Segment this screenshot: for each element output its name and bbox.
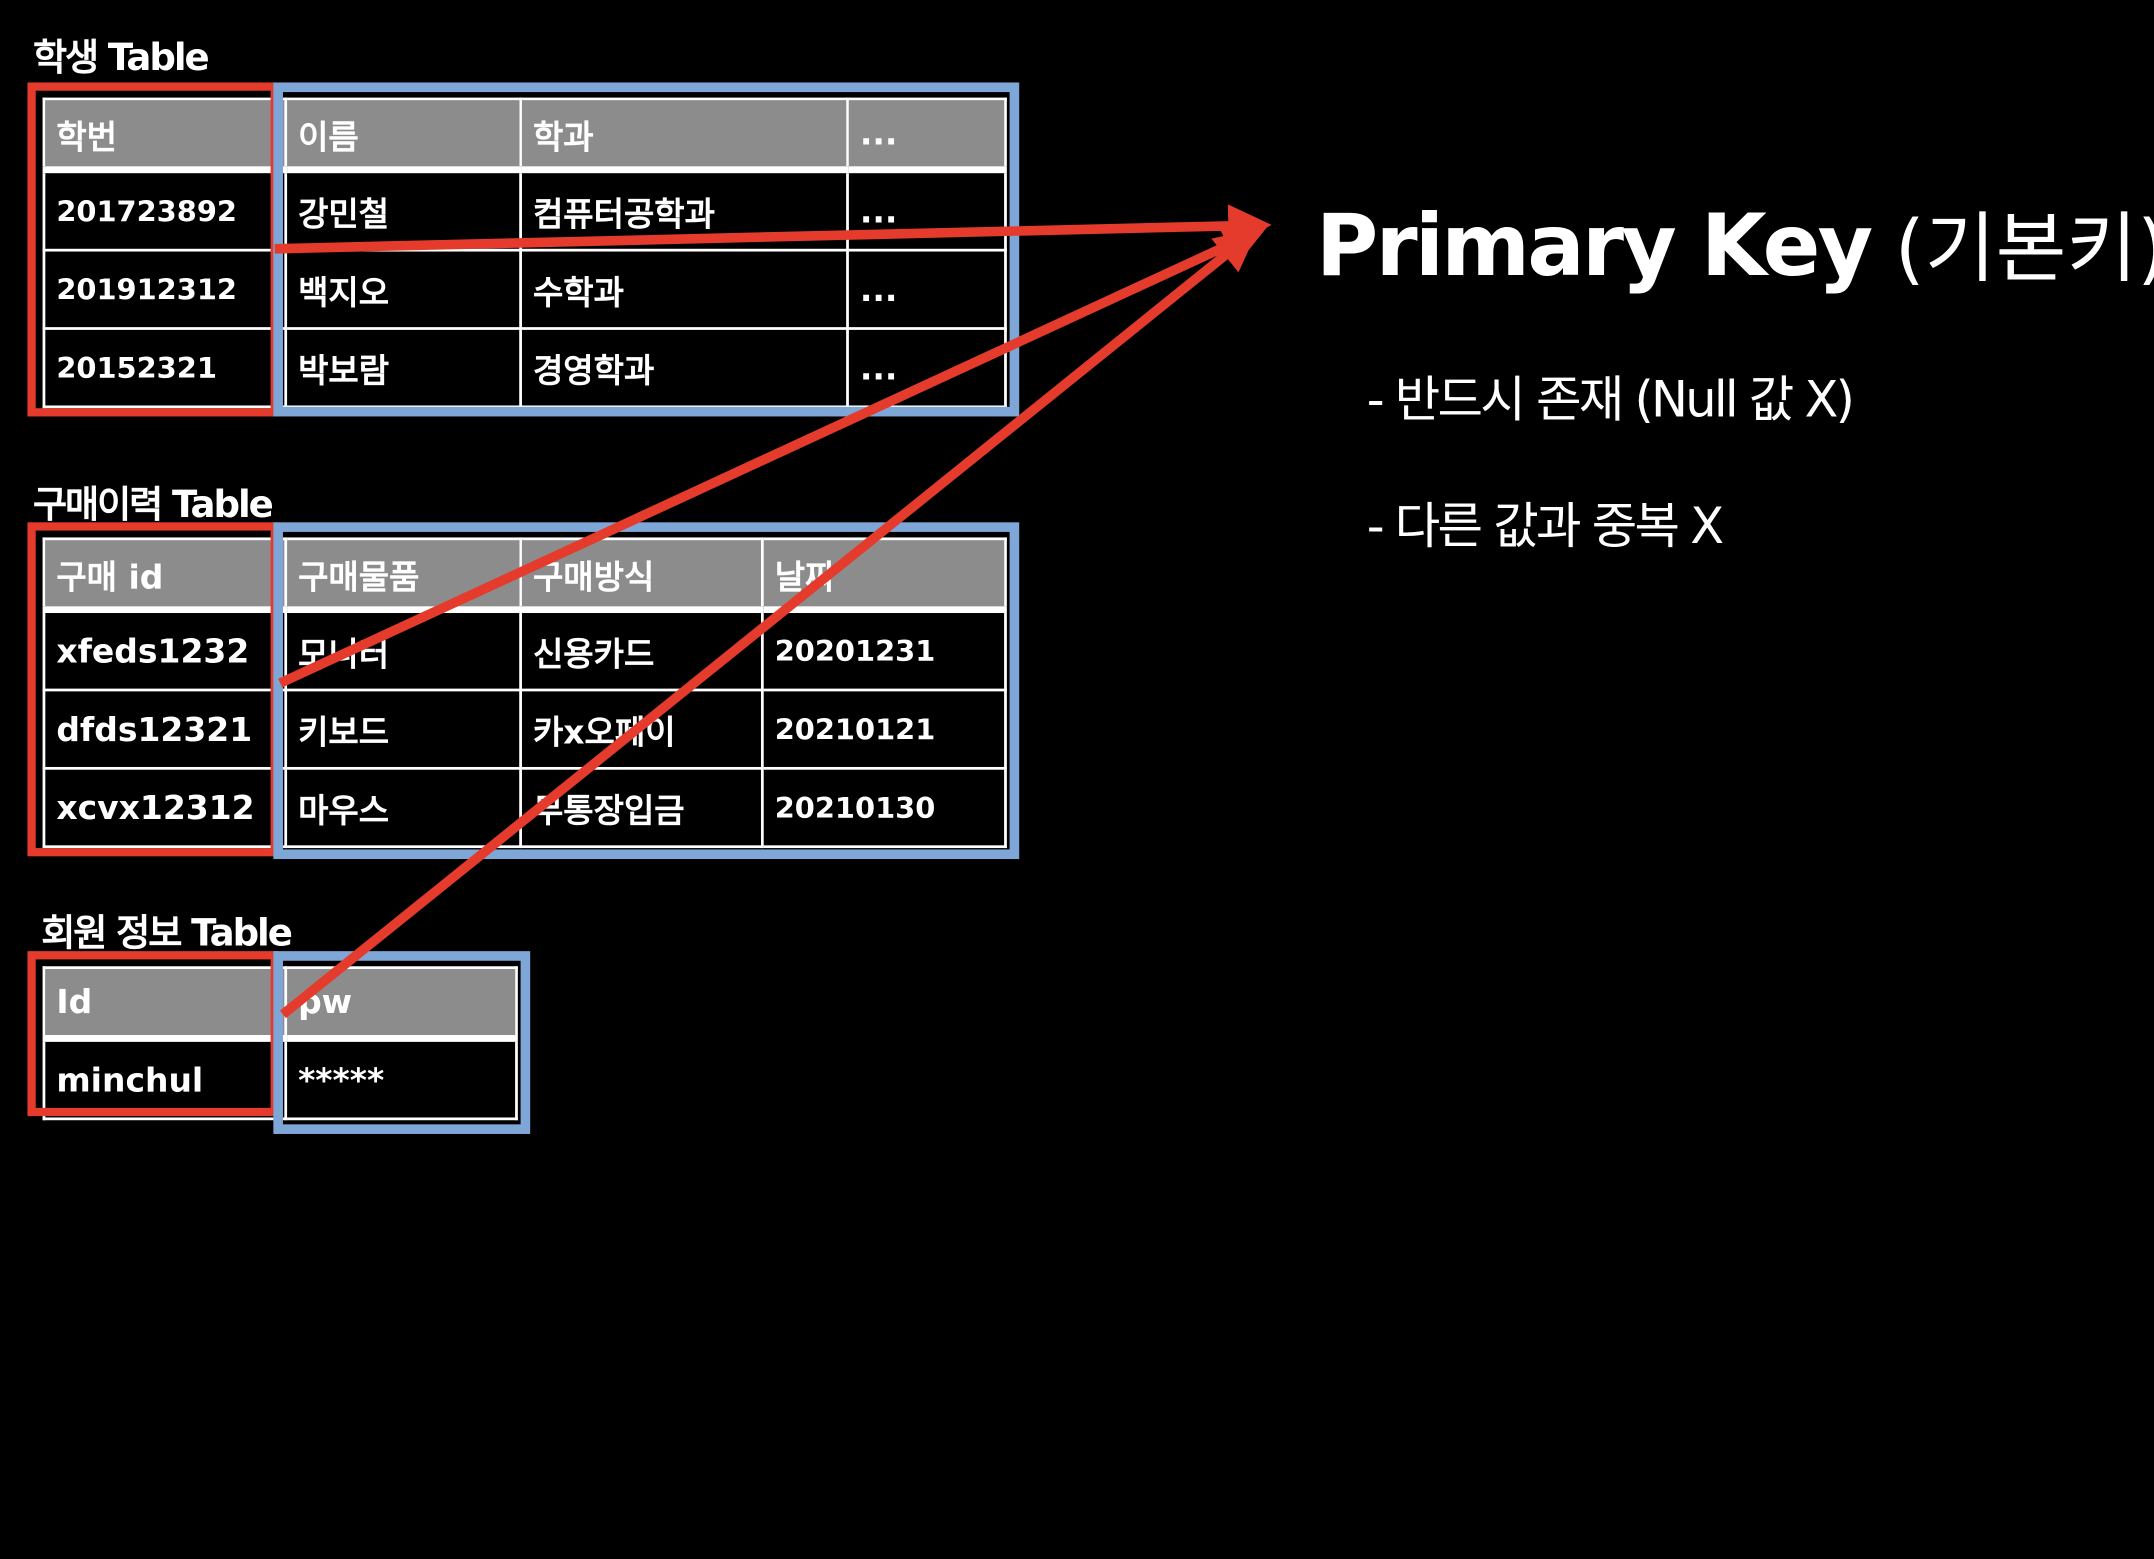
- arrow-from-student-key: [274, 204, 1272, 254]
- primary-key-title: Primary Key (기본키): [1316, 187, 2154, 298]
- bullet-not-null: - 반드시 존재 (Null 값 X): [1366, 372, 1855, 429]
- primary-key-title-korean: (기본키): [1894, 204, 2154, 295]
- arrows-layer: [274, 204, 1272, 1019]
- primary-key-title-english: Primary Key: [1315, 195, 1873, 296]
- arrow-from-member-key: [279, 228, 1259, 1019]
- arrow-from-purchase-key: [278, 225, 1267, 688]
- primary-key-diagram: 학생 Table 학번 이름 학과 ... 201723892 강민철 컴퓨터공…: [0, 0, 2154, 1559]
- bullet-unique: - 다른 값과 중복 X: [1366, 498, 1724, 556]
